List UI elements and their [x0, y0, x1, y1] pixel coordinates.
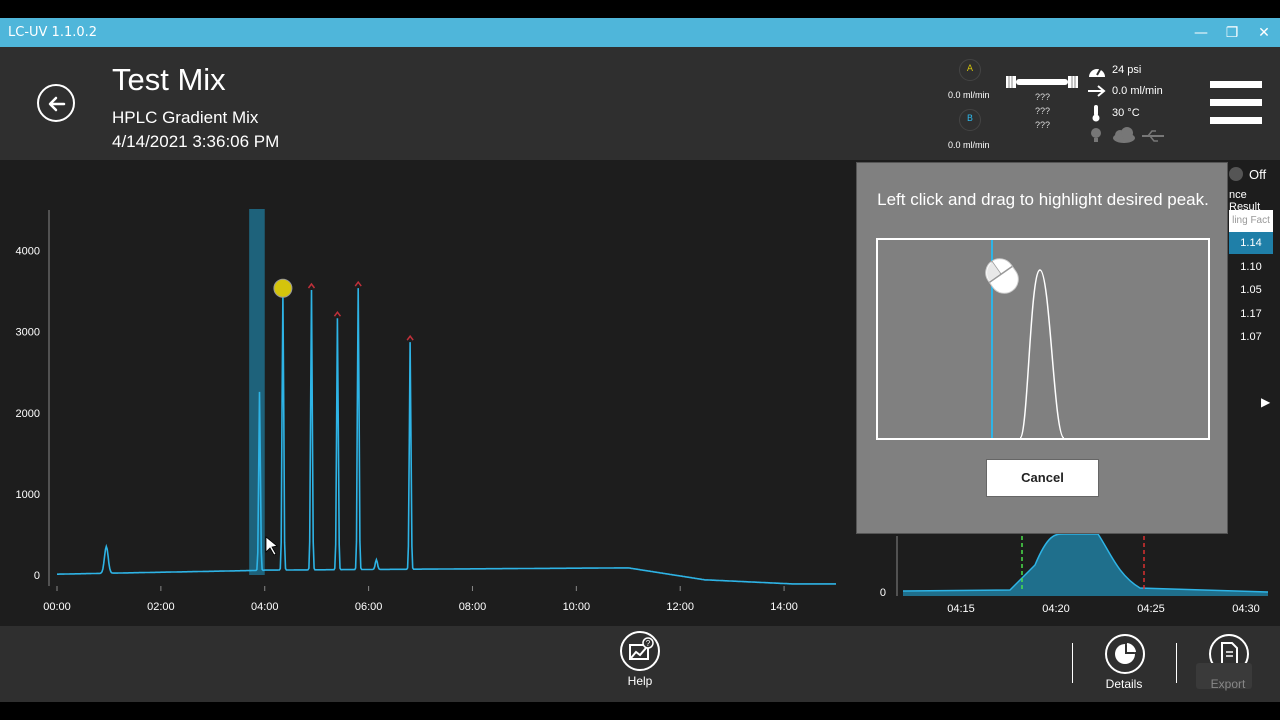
zoom-x-tick-label: 04:20 [1042, 603, 1070, 615]
peak-marker[interactable] [406, 334, 414, 341]
peak-shape [1019, 269, 1065, 439]
dialog-message: Left click and drag to highlight desired… [877, 190, 1209, 209]
menu-icon-bar[interactable] [1210, 117, 1262, 124]
y-tick-label: 1000 [16, 489, 40, 501]
zoom-y-tick-label: 0 [880, 587, 886, 599]
toolbar-divider [1176, 643, 1177, 683]
x-tick-label: 08:00 [459, 601, 487, 613]
cloud-icon [1113, 127, 1135, 143]
flow-arrow-icon [1088, 85, 1106, 97]
lightbulb-icon [1091, 128, 1101, 142]
x-tick-label: 02:00 [147, 601, 175, 613]
main-chart-axes: 0 1000 2000 3000 4000 00:00 02:00 04:00 06:00 08:… [16, 210, 798, 613]
help-button[interactable]: ? [620, 631, 660, 671]
arrow-left-icon [48, 96, 66, 112]
app-title: LC-UV 1.1.0.2 [8, 25, 98, 40]
mouse-cursor-icon [265, 536, 278, 556]
column-info-2: ??? [1035, 106, 1051, 116]
y-tick-label: 0 [34, 570, 40, 582]
zoom-chart: 0 04:15 04:20 04:25 04:30 [880, 533, 1269, 615]
result-value[interactable]: 1.10 [1229, 256, 1273, 278]
column-info-1: ??? [1035, 92, 1051, 102]
chromatogram-trace [57, 288, 836, 585]
y-tick-label: 2000 [16, 408, 40, 420]
mouse-icon [985, 258, 1019, 294]
usb-icon [1142, 130, 1164, 142]
x-tick-label: 04:00 [251, 601, 279, 613]
back-button[interactable] [37, 84, 75, 122]
peak-marker[interactable] [354, 280, 362, 287]
pump-a-icon: A [959, 59, 981, 81]
peak-marker[interactable] [333, 310, 342, 317]
pump-b-icon: B [959, 109, 981, 131]
x-tick-label: 00:00 [43, 601, 71, 613]
toggle-label: Off [1249, 167, 1267, 182]
temperature-value: 30 °C [1112, 107, 1140, 119]
connection-icons [1091, 127, 1164, 143]
x-tick-label: 14:00 [770, 601, 798, 613]
zoom-x-tick-label: 04:30 [1232, 603, 1260, 615]
pump-a-flow: 0.0 ml/min [948, 90, 990, 100]
details-label: Details [1105, 677, 1143, 691]
svg-text:?: ? [646, 639, 651, 648]
cancel-button[interactable]: Cancel [986, 459, 1099, 497]
thermometer-icon [1092, 105, 1100, 122]
toolbar-divider [1072, 643, 1073, 683]
zoom-x-tick-label: 04:25 [1137, 603, 1165, 615]
menu-icon[interactable] [1210, 81, 1262, 88]
x-tick-label: 06:00 [355, 601, 383, 613]
zoom-peak-fill [903, 534, 1268, 596]
x-tick-label: 12:00 [666, 601, 694, 613]
pump-b-flow: 0.0 ml/min [948, 140, 990, 150]
zoom-x-tick-label: 04:15 [947, 603, 975, 615]
peak-drag-illustration [876, 238, 1210, 440]
page-title: Test Mix [112, 62, 226, 97]
result-value[interactable]: 1.05 [1229, 279, 1273, 301]
details-button[interactable] [1105, 634, 1145, 674]
peak-marker[interactable] [307, 282, 316, 289]
y-tick-label: 4000 [16, 246, 40, 258]
result-value[interactable]: 1.07 [1229, 326, 1273, 348]
export-label: Export [1210, 677, 1246, 691]
gauge-icon [1089, 67, 1105, 77]
x-tick-label: 10:00 [563, 601, 591, 613]
result-value[interactable]: 1.14 [1229, 232, 1273, 254]
toggle-switch-icon[interactable] [1228, 166, 1244, 182]
result-value[interactable]: 1.17 [1229, 303, 1273, 325]
minimize-button[interactable]: — [1190, 22, 1212, 44]
selected-peak-marker[interactable] [273, 278, 293, 298]
peak-select-dialog: Left click and drag to highlight desired… [856, 162, 1228, 534]
method-name: HPLC Gradient Mix [112, 108, 259, 127]
pressure-value: 24 psi [1112, 64, 1142, 76]
chart-help-icon: ? [629, 637, 654, 660]
pie-chart-icon [1115, 643, 1136, 664]
y-tick-label: 3000 [16, 327, 40, 339]
close-button[interactable]: ✕ [1253, 22, 1275, 44]
title-bar: LC-UV 1.1.0.2 — ❐ ✕ [0, 18, 1280, 47]
help-label: Help [627, 674, 653, 688]
column-icon [1006, 76, 1078, 88]
highlight-band [249, 209, 265, 575]
expand-arrow-icon[interactable]: ▶ [1261, 395, 1270, 409]
menu-icon-bar[interactable] [1210, 99, 1262, 106]
run-datetime: 4/14/2021 3:36:06 PM [112, 132, 280, 151]
restore-button[interactable]: ❐ [1221, 22, 1243, 44]
result-column-header: ling Fact [1229, 210, 1273, 232]
flow-value: 0.0 ml/min [1112, 85, 1163, 97]
column-info-3: ??? [1035, 120, 1051, 130]
main-chart-marks [57, 209, 836, 585]
